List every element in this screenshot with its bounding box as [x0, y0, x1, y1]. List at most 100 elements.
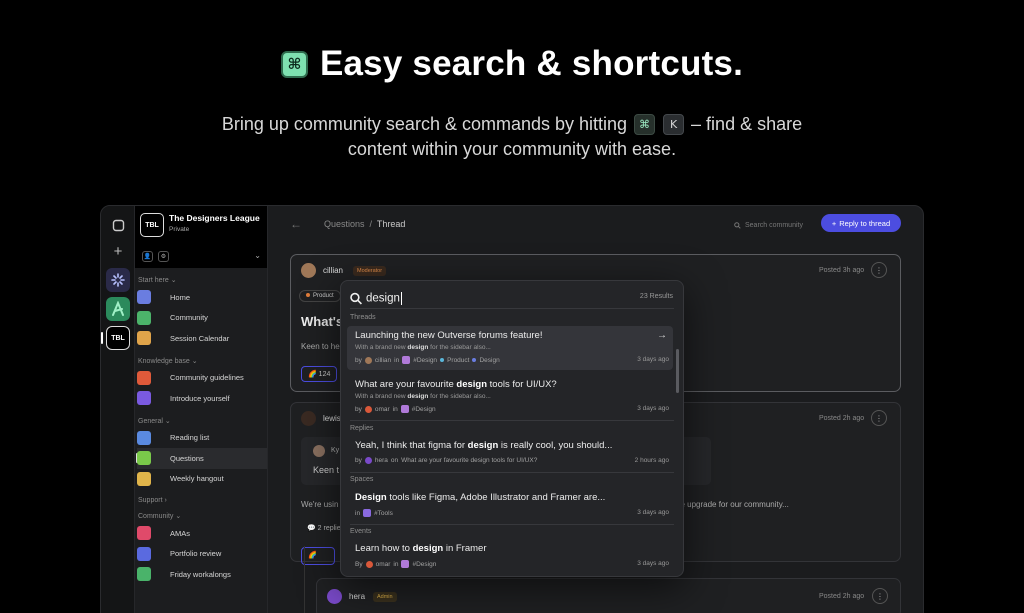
tag-dot: [440, 358, 445, 362]
sidebar-item-amas[interactable]: AMAs: [137, 523, 267, 544]
sidebar-section-community[interactable]: Community ⌄: [136, 512, 267, 520]
space-icon: [363, 509, 372, 517]
result-meta: By omar in #Design: [355, 560, 437, 568]
thread-line: [304, 546, 305, 613]
hero-subtitle: Bring up community search & commands by …: [0, 112, 1024, 162]
result-item[interactable]: What are your favourite design tools for…: [347, 375, 673, 419]
reaction-button[interactable]: 🌈 124: [301, 366, 338, 382]
tag-dot: [472, 358, 477, 362]
sidebar-item-portfolio-review[interactable]: Portfolio review: [137, 544, 267, 565]
reaction-button[interactable]: 🌈: [301, 547, 335, 565]
sidebar-section-knowledge-base[interactable]: Knowledge base ⌄: [136, 357, 267, 365]
result-time: 3 days ago: [637, 405, 669, 412]
avatar: [364, 356, 372, 364]
wave-icon: [137, 391, 151, 405]
sidebar-item-home[interactable]: Home: [137, 287, 267, 308]
result-time: 3 days ago: [637, 560, 669, 567]
post-timestamp: Posted 2h ago: [819, 415, 865, 422]
sidebar-section-support[interactable]: Support ›: [136, 497, 267, 504]
results-count: 23 Results: [639, 293, 673, 300]
post-timestamp: Posted 2h ago: [819, 593, 865, 600]
avatar[interactable]: [327, 589, 342, 604]
home-icon: [137, 290, 151, 304]
sidebar-item-session-calendar[interactable]: Session Calendar: [137, 328, 267, 349]
sidebar-item-reading-list[interactable]: Reading list: [137, 428, 267, 449]
chevron-down-icon[interactable]: ⌄: [254, 251, 261, 260]
more-options-icon[interactable]: ⋮: [872, 588, 888, 604]
sidebar-item-weekly-hangout[interactable]: Weekly hangout: [137, 469, 267, 490]
window-icon[interactable]: [107, 214, 129, 236]
sidebar-item-friday-workalongs[interactable]: Friday workalongs: [137, 564, 267, 585]
sidebar-section-general[interactable]: General ⌄: [136, 417, 267, 425]
search-icon: [350, 292, 362, 304]
members-icon[interactable]: 👤: [142, 251, 153, 262]
avatar[interactable]: [301, 411, 316, 426]
community-avatar-sparkle[interactable]: [106, 268, 130, 292]
book-icon: [137, 430, 151, 445]
result-time: 2 hours ago: [634, 457, 669, 464]
portfolio-icon: [137, 546, 151, 561]
result-meta: in #Tools: [355, 509, 393, 517]
community-avatar-a[interactable]: [106, 297, 130, 321]
search-input[interactable]: Search community: [732, 217, 812, 234]
avatar: [364, 405, 372, 413]
breadcrumb-current: Thread: [376, 219, 406, 229]
post-author[interactable]: lewis: [323, 414, 341, 423]
community-visibility: Private: [169, 226, 190, 233]
more-options-icon[interactable]: ⋮: [871, 262, 887, 278]
palette-search-input[interactable]: design 23 Results: [349, 289, 675, 307]
replies-count[interactable]: 💬 2 replie: [307, 524, 341, 532]
hero-heading: ⌘ Easy search & shortcuts.: [0, 44, 1024, 84]
more-options-icon[interactable]: ⋮: [871, 410, 887, 426]
post-author[interactable]: hera: [349, 592, 365, 601]
section-spaces: Spaces: [350, 476, 374, 483]
post-body: Keen to he: [301, 342, 340, 351]
result-item[interactable]: Launching the new Outverse forums featur…: [347, 326, 673, 370]
sidebar-section-start-here[interactable]: Start here ⌄: [136, 276, 267, 284]
question-icon: [137, 451, 151, 465]
community-header[interactable]: TBL The Designers League Private 👤 ⚙ ⌄: [135, 206, 267, 268]
sidebar-item-introduce-yourself[interactable]: Introduce yourself: [137, 388, 267, 409]
community-avatar-tbl[interactable]: TBL: [106, 326, 130, 350]
post-timestamp: Posted 3h ago: [819, 267, 865, 274]
hero-title: Easy search & shortcuts.: [319, 44, 744, 83]
community-name: The Designers League: [169, 213, 260, 223]
sidebar-item-community-guidelines[interactable]: Community guidelines: [137, 368, 267, 389]
sidebar: TBL The Designers League Private 👤 ⚙ ⌄ S…: [135, 206, 268, 613]
post-author[interactable]: cillian: [323, 266, 343, 275]
role-badge: Admin: [373, 592, 397, 602]
search-query[interactable]: design: [366, 291, 402, 305]
palette-scrollbar[interactable]: [676, 349, 679, 393]
breadcrumb-parent[interactable]: Questions: [324, 219, 365, 229]
role-badge: Moderator: [353, 266, 387, 276]
result-snippet: With a brand new design for the sidebar …: [355, 344, 491, 351]
post-body-left: We're usin: [301, 500, 339, 509]
command-icon: ⌘: [280, 50, 308, 78]
result-snippet: With a brand new design for the sidebar …: [355, 393, 491, 400]
space-icon: [402, 356, 411, 364]
reply-to-thread-button[interactable]: + Reply to thread: [821, 214, 901, 232]
result-item[interactable]: Yeah, I think that figma for design is r…: [347, 436, 673, 472]
sidebar-item-community[interactable]: Community: [137, 308, 267, 329]
arrow-right-icon: →: [657, 330, 667, 341]
result-title: Yeah, I think that figma for design is r…: [355, 440, 613, 451]
k-key: K: [663, 114, 685, 135]
tag-pill[interactable]: Product: [299, 290, 341, 302]
result-time: 3 days ago: [637, 356, 669, 363]
sidebar-item-questions[interactable]: Questions: [136, 448, 267, 469]
space-icon: [400, 405, 409, 413]
section-events: Events: [350, 528, 372, 535]
settings-icon[interactable]: ⚙: [158, 251, 169, 262]
space-icon: [401, 560, 410, 568]
result-item[interactable]: Learn how to design in Framer By omar in #…: [347, 539, 673, 575]
section-replies: Replies: [350, 425, 374, 432]
add-community-icon[interactable]: +: [107, 240, 129, 262]
back-arrow-icon[interactable]: ←: [290, 217, 302, 231]
avatar: [364, 457, 372, 464]
avatar[interactable]: [301, 263, 316, 278]
quote-text: Keen t: [313, 465, 340, 475]
result-item[interactable]: Design tools like Figma, Adobe Illustrat…: [347, 488, 673, 524]
thread-reply-nested: hera Admin Posted 2h ago ⋮: [316, 578, 901, 613]
hero-subtitle-line2: content within your community with ease.: [347, 139, 677, 159]
avatar: [365, 560, 373, 568]
